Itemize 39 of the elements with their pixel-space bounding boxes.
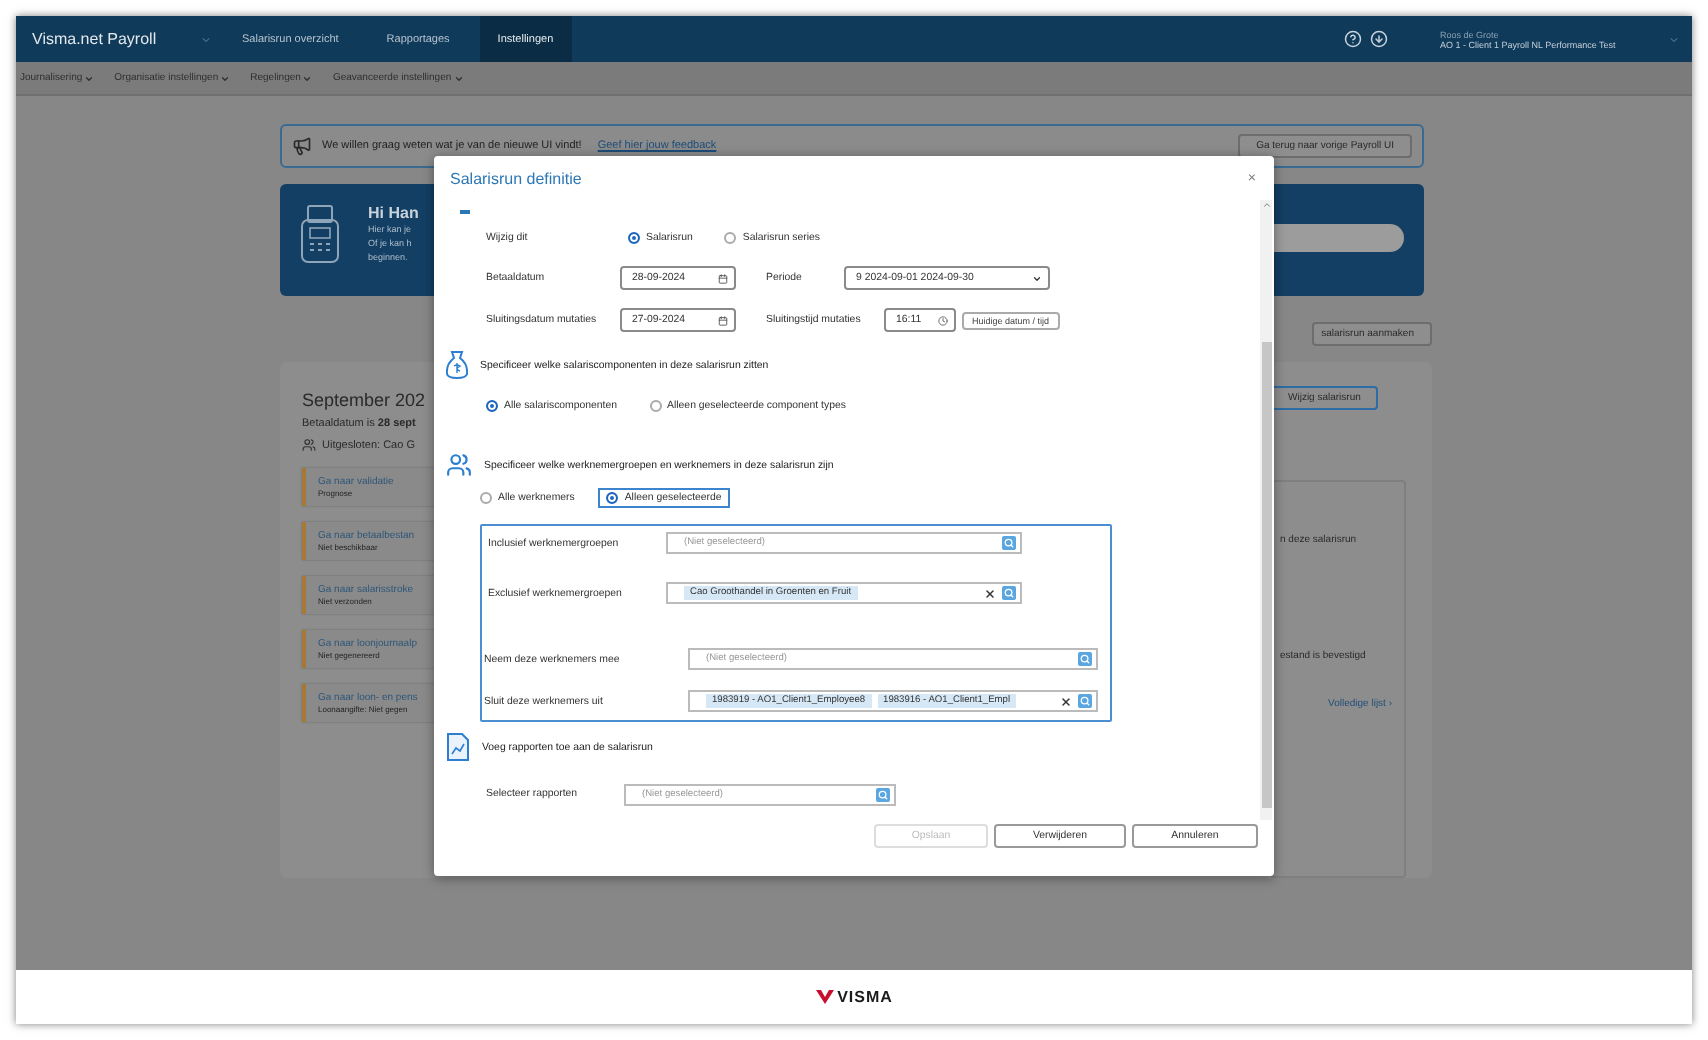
caret-icon [1032, 273, 1042, 283]
radio-dot[interactable] [628, 232, 640, 244]
calendar-icon [718, 315, 728, 325]
radio-dot[interactable] [606, 492, 619, 504]
arrow-circle-icon[interactable] [1370, 30, 1388, 48]
logo-text: VISMA [837, 988, 893, 1006]
clear-icon[interactable] [984, 587, 996, 599]
scroll-up-icon[interactable] [1261, 200, 1271, 210]
clock-icon [938, 315, 948, 325]
caret-icon[interactable] [1668, 33, 1680, 45]
caret-icon[interactable] [84, 73, 95, 83]
caret-icon[interactable] [453, 73, 464, 83]
radio-dot[interactable] [486, 400, 498, 412]
help-icon[interactable] [1344, 30, 1362, 48]
chart-document-icon [446, 732, 470, 762]
money-bag-icon [446, 350, 468, 380]
search-icon[interactable] [1078, 694, 1092, 708]
calendar-icon [718, 273, 728, 283]
caret-icon[interactable] [220, 73, 231, 83]
search-icon[interactable] [876, 787, 890, 801]
radio-dot[interactable] [480, 492, 492, 504]
run-title: September 202 [302, 390, 428, 410]
app-name: Visma.net Payroll [30, 28, 159, 52]
search-icon[interactable] [1002, 536, 1016, 550]
megaphone-icon [292, 136, 312, 156]
people-icon [302, 438, 316, 452]
search-icon[interactable] [1078, 652, 1092, 666]
card-terminal-icon [300, 204, 340, 264]
scrollbar[interactable] [1260, 200, 1272, 820]
greeting-title: Hi Han [368, 204, 421, 222]
search-icon[interactable] [1002, 586, 1016, 600]
radio-dot[interactable] [724, 232, 737, 244]
people-icon [446, 452, 472, 478]
clear-icon[interactable] [1060, 695, 1072, 707]
caret-icon[interactable] [302, 73, 313, 83]
caret-icon[interactable] [200, 33, 212, 45]
logo-mark-icon [815, 990, 834, 1004]
radio-dot[interactable] [649, 400, 662, 412]
dialog-title: Salarisrun definitie [450, 169, 582, 187]
